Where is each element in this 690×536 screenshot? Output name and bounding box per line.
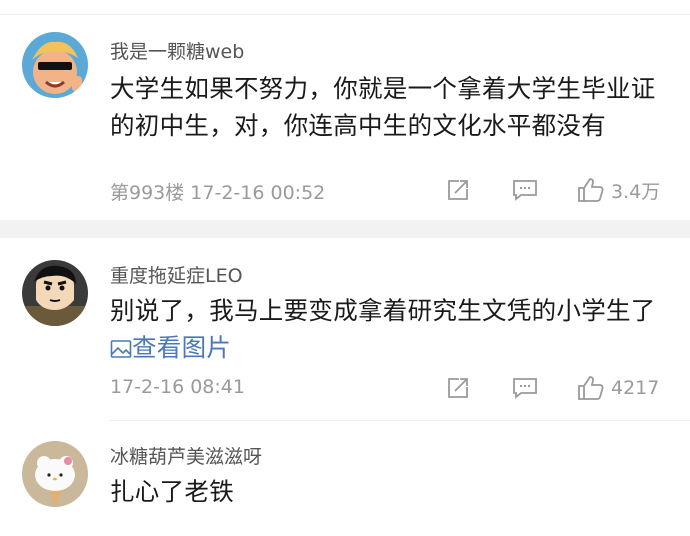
like-count: 3.4万	[611, 180, 661, 203]
comment-item: 冰糖葫芦美滋滋呀 扎心了老铁	[0, 421, 690, 536]
share-button[interactable]	[446, 373, 470, 403]
comment-text: 别说了，我马上要变成拿着研究生文凭的小学生了 查看图片	[110, 292, 676, 366]
floor-and-time: 第993楼 17-2-16 00:52	[110, 182, 326, 204]
comment-meta: 17-2-16 08:41 4217	[110, 373, 670, 403]
thumbs-up-icon	[578, 178, 604, 202]
comment-text: 扎心了老铁	[110, 477, 234, 506]
comment-icon	[513, 180, 537, 201]
comment-icon	[513, 378, 537, 399]
view-image-label[interactable]: 查看图片	[132, 333, 231, 362]
comment-item: 重度拖延症LEO 别说了，我马上要变成拿着研究生文凭的小学生了 查看图片 17-…	[0, 238, 690, 420]
share-icon	[448, 180, 468, 200]
timestamp: 17-2-16 08:41	[110, 376, 245, 398]
thumbs-up-icon	[578, 376, 604, 400]
avatar[interactable]	[22, 260, 88, 326]
reply-button[interactable]	[512, 175, 538, 205]
username[interactable]: 重度拖延症LEO	[110, 261, 243, 288]
share-button[interactable]	[446, 175, 470, 205]
like-button[interactable]: 3.4万	[577, 175, 660, 205]
like-button[interactable]: 4217	[577, 373, 659, 403]
comment-text: 大学生如果不努力，你就是一个拿着大学生毕业证的初中生，对，你连高中生的文化水平都…	[110, 74, 656, 140]
section-gap	[0, 220, 690, 238]
reply-button[interactable]	[512, 373, 538, 403]
comment-item: 我是一颗糖web 大学生如果不努力，你就是一个拿着大学生毕业证的初中生，对，你连…	[0, 0, 690, 215]
like-count: 4217	[611, 377, 660, 399]
share-icon	[448, 378, 468, 398]
view-image-link[interactable]: 查看图片	[110, 333, 231, 362]
username[interactable]: 冰糖葫芦美滋滋呀	[110, 442, 262, 469]
comment-meta: 第993楼 17-2-16 00:52 3.4万	[110, 175, 670, 205]
username[interactable]: 我是一颗糖web	[110, 37, 244, 64]
image-icon	[110, 340, 132, 358]
comment-body: 别说了，我马上要变成拿着研究生文凭的小学生了	[110, 296, 656, 325]
avatar[interactable]	[22, 441, 88, 507]
avatar[interactable]	[22, 32, 88, 98]
